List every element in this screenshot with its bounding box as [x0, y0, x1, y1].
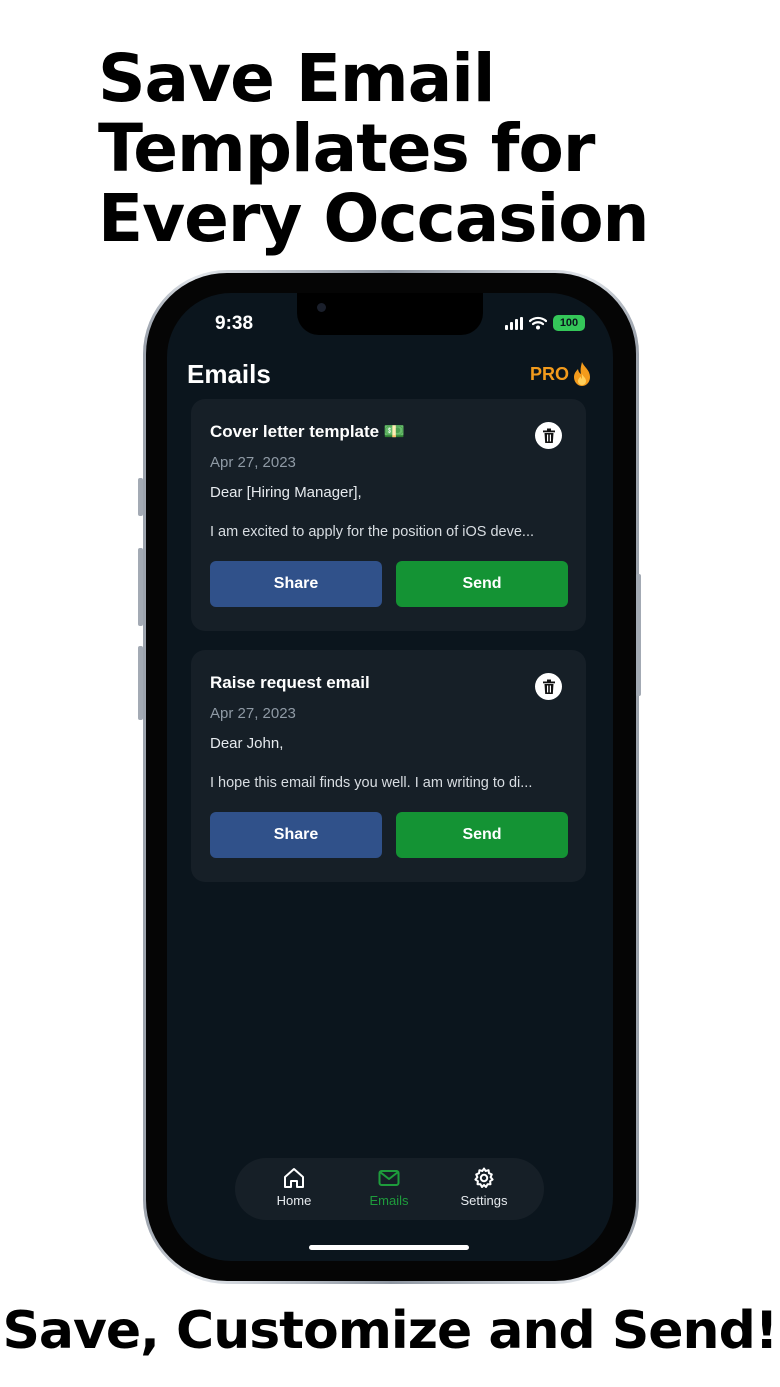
marketing-footer: Save, Customize and Send!	[2, 1301, 778, 1361]
tab-label: Home	[276, 1193, 312, 1208]
tab-label: Settings	[460, 1193, 508, 1208]
share-button[interactable]: Share	[210, 812, 382, 858]
email-date: Apr 27, 2023	[210, 705, 296, 722]
mail-icon	[378, 1170, 400, 1186]
status-time: 9:38	[215, 313, 254, 334]
delete-button[interactable]	[535, 673, 562, 700]
volume-down-button	[138, 646, 143, 720]
send-button[interactable]: Send	[396, 812, 568, 858]
email-card[interactable]: Raise request email Apr 27, 2023 Dear Jo…	[191, 650, 586, 882]
power-button	[636, 574, 641, 696]
share-button[interactable]: Share	[210, 561, 382, 607]
email-greeting: Dear [Hiring Manager],	[210, 484, 362, 501]
email-preview: I am excited to apply for the position o…	[210, 524, 535, 540]
email-date: Apr 27, 2023	[210, 454, 296, 471]
marketing-headline: Save Email Templates for Every Occasion	[98, 44, 718, 254]
status-indicators: 100	[505, 315, 585, 331]
trash-icon	[542, 428, 555, 443]
tab-bar: Home Emails Settings	[235, 1158, 544, 1220]
dynamic-island	[297, 293, 483, 335]
email-title: Raise request email	[210, 673, 370, 692]
email-card[interactable]: Cover letter template 💵 Apr 27, 2023 Dea…	[191, 399, 586, 631]
volume-up-button	[138, 548, 143, 626]
tab-home[interactable]: Home	[254, 1166, 334, 1208]
headline-line-2: Templates for	[98, 110, 595, 187]
page-title: Emails	[187, 359, 271, 389]
silent-switch	[138, 478, 143, 516]
battery-icon: 100	[553, 315, 585, 331]
tab-settings[interactable]: Settings	[444, 1166, 524, 1208]
home-indicator[interactable]	[309, 1245, 469, 1250]
app-screen: 9:38 100 Emails PRO Cover letter templat…	[167, 293, 613, 1261]
pro-badge[interactable]: PRO	[530, 361, 593, 387]
delete-button[interactable]	[535, 422, 562, 449]
cellular-signal-icon	[505, 316, 523, 330]
trash-icon	[542, 679, 555, 694]
front-camera	[317, 303, 326, 312]
tab-emails[interactable]: Emails	[349, 1166, 429, 1208]
fire-icon	[574, 362, 590, 386]
tab-label: Emails	[369, 1193, 409, 1208]
gear-icon	[474, 1167, 494, 1188]
wifi-icon	[529, 316, 547, 330]
email-title: Cover letter template 💵	[210, 422, 406, 441]
pro-label: PRO	[529, 363, 569, 384]
email-preview: I hope this email finds you well. I am w…	[210, 775, 533, 791]
home-icon	[284, 1168, 304, 1188]
send-button[interactable]: Send	[396, 561, 568, 607]
email-greeting: Dear John,	[210, 735, 284, 752]
headline-line-3: Every Occasion	[98, 180, 650, 257]
headline-line-1: Save Email	[98, 40, 495, 117]
